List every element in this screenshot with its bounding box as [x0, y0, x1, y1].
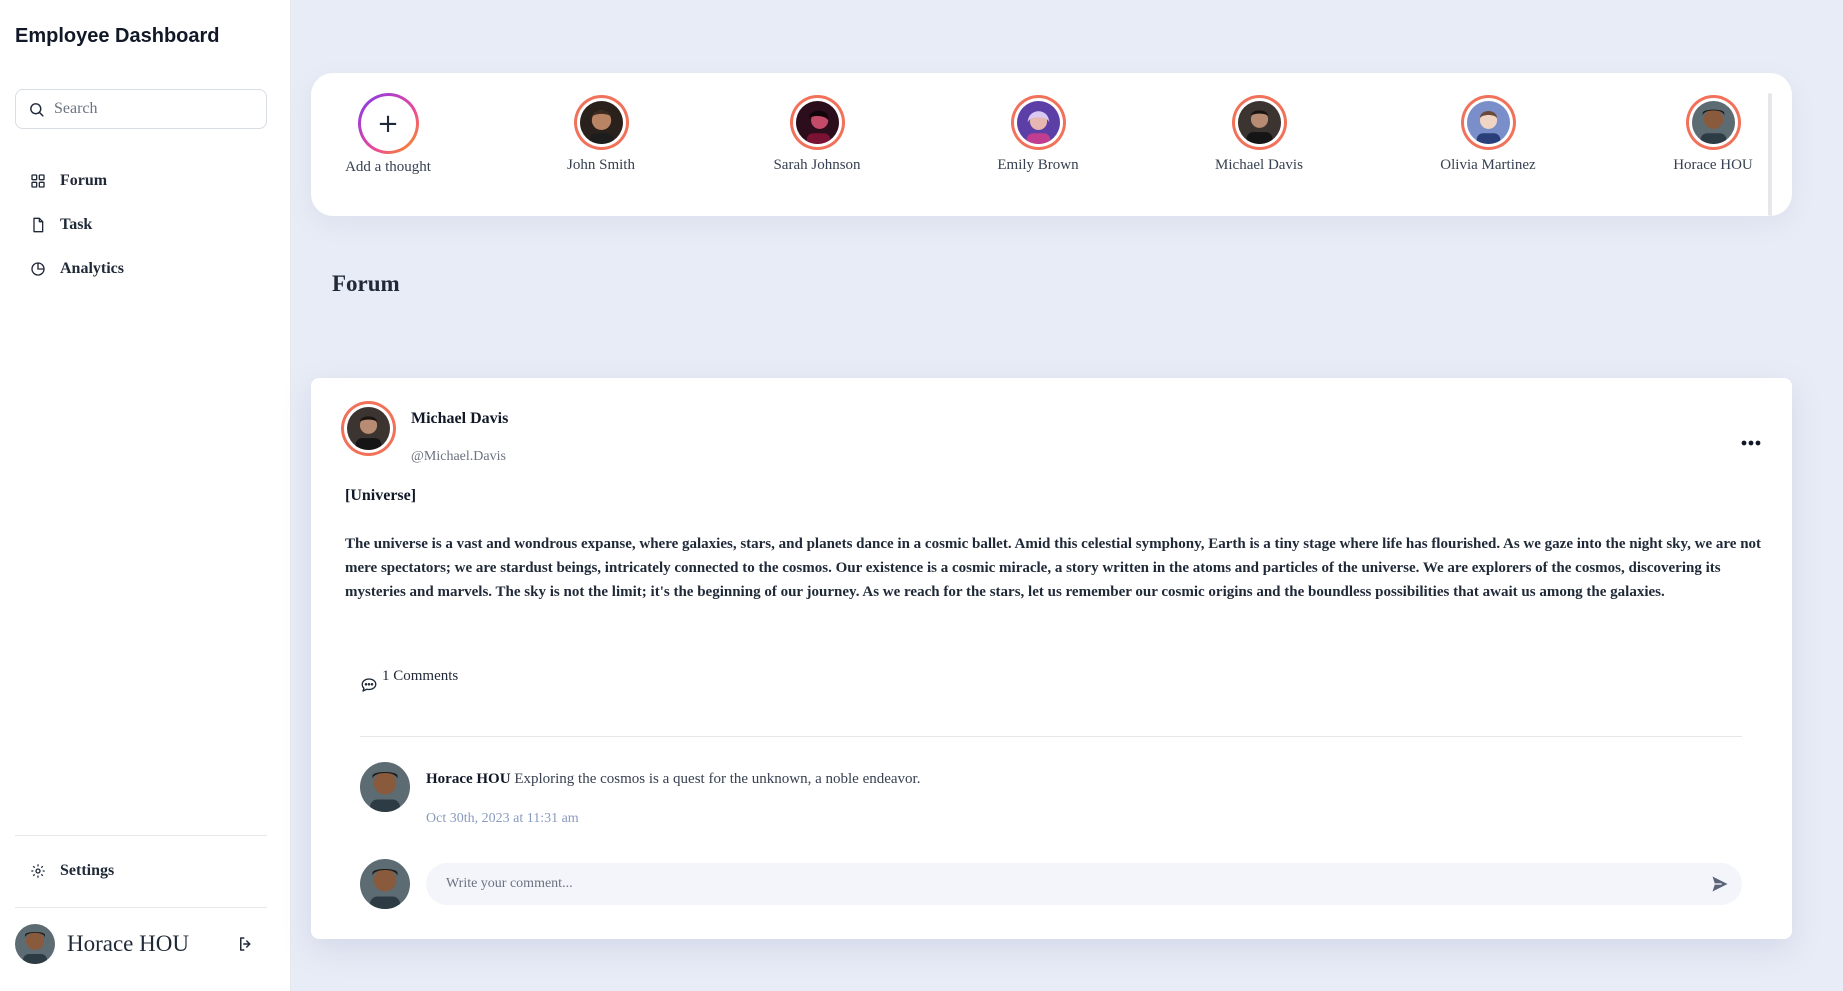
- post-card: Michael Davis @Michael.Davis [Universe] …: [311, 378, 1792, 939]
- avatar: [347, 407, 390, 450]
- sidebar-item-forum[interactable]: Forum: [30, 168, 107, 194]
- pie-chart-icon: [31, 262, 45, 276]
- comment-text: Exploring the cosmos is a quest for the …: [514, 771, 921, 787]
- more-options-icon[interactable]: [1740, 438, 1762, 448]
- sidebar-item-label: Task: [60, 216, 93, 233]
- story-item[interactable]: John Smith: [521, 73, 681, 174]
- search-icon: [30, 102, 44, 117]
- avatar: [1466, 101, 1510, 144]
- comment: Horace HOU Exploring the cosmos is a que…: [426, 771, 920, 788]
- story-ring[interactable]: [1010, 95, 1066, 150]
- comments-toggle[interactable]: 1 Comments: [360, 668, 458, 694]
- plus-icon[interactable]: +: [360, 96, 416, 151]
- story-ring[interactable]: [1685, 95, 1741, 150]
- stories-bar: + Add a thought John Smith Sarah Johnson…: [311, 73, 1792, 216]
- add-thought-ring[interactable]: +: [357, 93, 419, 154]
- comment-count-label: 1 Comments: [382, 668, 459, 684]
- avatar: [1691, 101, 1735, 144]
- story-ring[interactable]: [789, 95, 845, 150]
- sidebar-item-analytics[interactable]: Analytics: [30, 256, 124, 282]
- sidebar: Employee Dashboard Forum Task Analytics …: [0, 0, 291, 991]
- grid-icon: [31, 174, 45, 188]
- comment-author-avatar: [360, 762, 410, 812]
- send-icon[interactable]: [1710, 874, 1730, 894]
- avatar: [579, 101, 623, 144]
- post-body: The universe is a vast and wondrous expa…: [345, 536, 1762, 600]
- comment-author[interactable]: Horace HOU: [426, 771, 511, 787]
- comment-input[interactable]: [446, 876, 1686, 892]
- post-author-handle: @Michael.Davis: [411, 449, 506, 464]
- sidebar-item-label: Forum: [60, 172, 108, 189]
- story-label: John Smith: [567, 157, 635, 173]
- avatar: [1016, 101, 1060, 144]
- story-item[interactable]: Olivia Martinez: [1408, 73, 1568, 174]
- avatar: [360, 859, 410, 909]
- stories-scrollbar[interactable]: [1768, 93, 1772, 216]
- logout-icon[interactable]: [237, 935, 255, 953]
- story-item[interactable]: Sarah Johnson: [737, 73, 897, 174]
- story-ring[interactable]: [1460, 95, 1516, 150]
- avatar: [1237, 101, 1281, 144]
- user-name: Horace HOU: [67, 931, 189, 956]
- story-label: Add a thought: [345, 159, 431, 175]
- story-ring[interactable]: [573, 95, 629, 150]
- document-icon: [33, 217, 44, 233]
- story-item[interactable]: Michael Davis: [1179, 73, 1339, 174]
- story-label: Michael Davis: [1215, 157, 1303, 173]
- avatar: [15, 924, 55, 964]
- search-input[interactable]: [54, 100, 254, 118]
- story-label: Sarah Johnson: [773, 157, 861, 173]
- sidebar-item-task[interactable]: Task: [30, 212, 92, 238]
- post-topic: [Universe]: [345, 487, 417, 504]
- story-ring[interactable]: [1231, 95, 1287, 150]
- story-label: Olivia Martinez: [1440, 157, 1536, 173]
- story-label: Emily Brown: [997, 157, 1079, 173]
- comment-bubble-icon: [361, 678, 377, 692]
- sidebar-divider: [15, 835, 267, 836]
- sidebar-item-label: Settings: [60, 862, 115, 879]
- search-box[interactable]: [15, 89, 267, 129]
- sidebar-item-label: Analytics: [60, 260, 124, 277]
- comment-input-box[interactable]: [426, 863, 1742, 905]
- comment-timestamp: Oct 30th, 2023 at 11:31 am: [426, 811, 579, 826]
- story-item[interactable]: Emily Brown: [958, 73, 1118, 174]
- app-title: Employee Dashboard: [15, 25, 220, 47]
- add-thought[interactable]: + Add a thought: [308, 73, 468, 176]
- comments-divider: [360, 736, 1742, 737]
- gear-icon: [31, 864, 45, 878]
- sidebar-divider: [15, 907, 267, 908]
- sidebar-item-settings[interactable]: Settings: [30, 858, 114, 884]
- post-author-avatar[interactable]: [341, 401, 396, 456]
- avatar: [795, 101, 839, 144]
- post-author-name[interactable]: Michael Davis: [411, 410, 508, 428]
- current-user[interactable]: Horace HOU: [15, 924, 189, 964]
- page-title: Forum: [332, 271, 400, 296]
